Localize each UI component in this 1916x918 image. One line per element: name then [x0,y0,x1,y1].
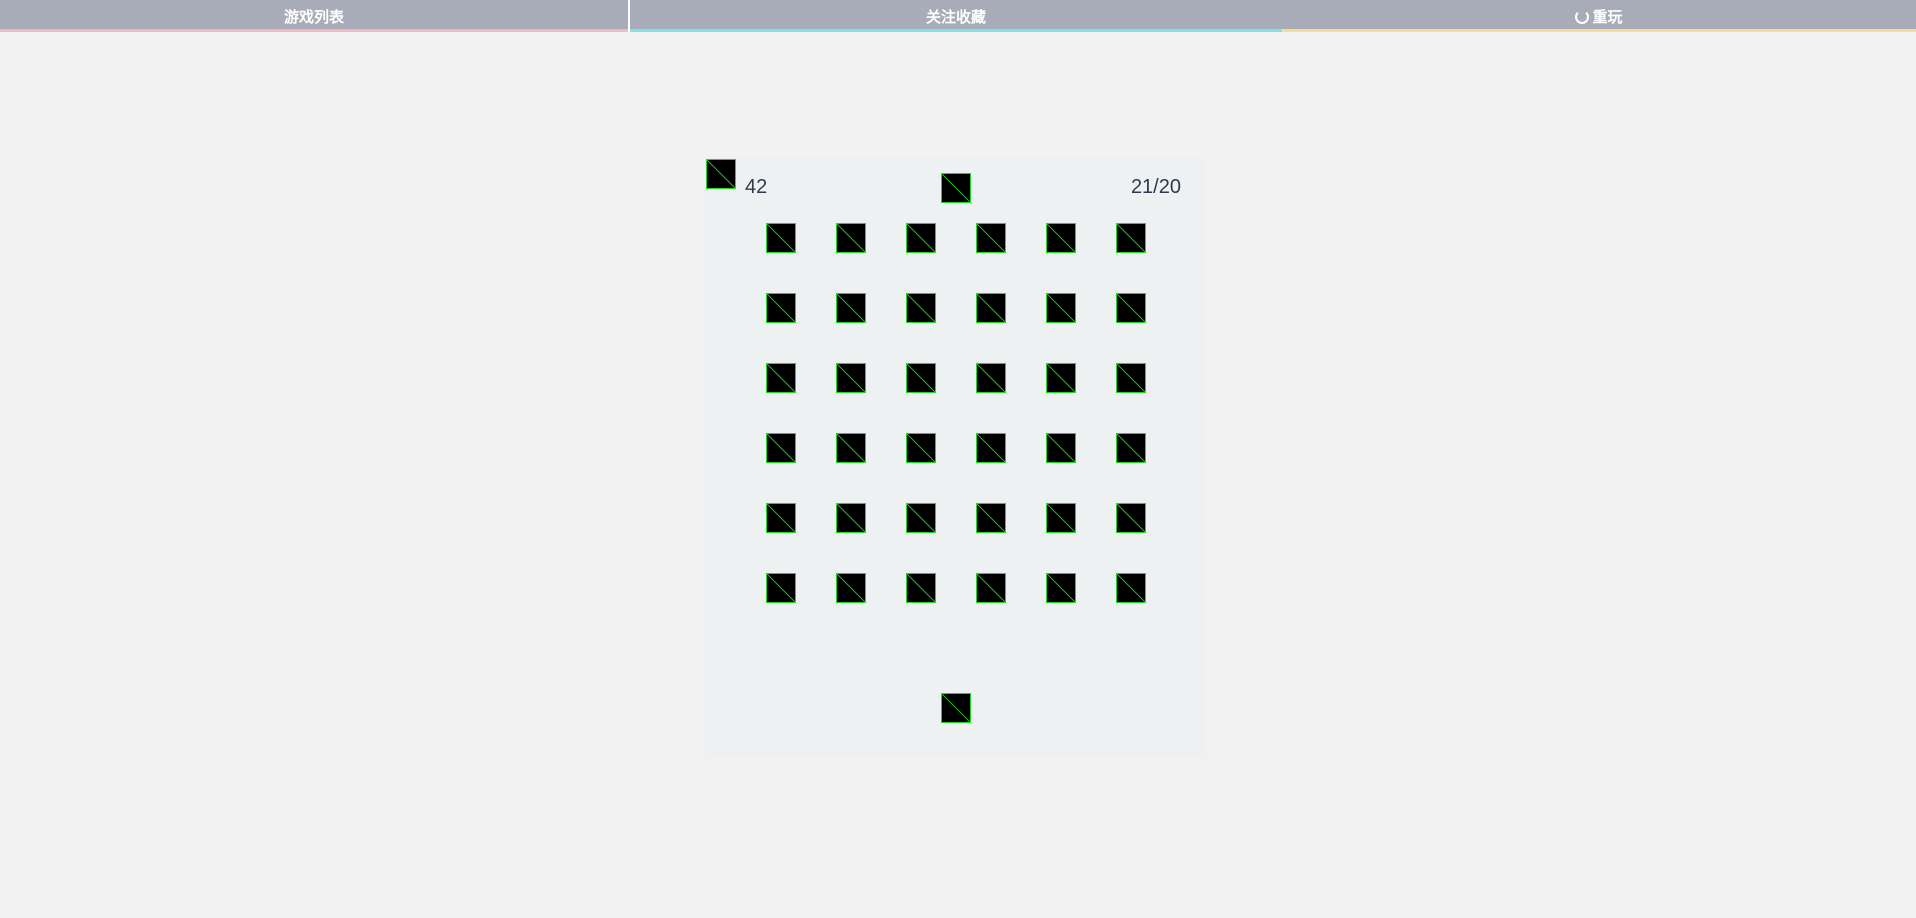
grid-tile[interactable] [1046,503,1076,533]
refresh-icon [1575,10,1590,24]
grid-tile[interactable] [836,503,866,533]
broken-image-icon [1047,504,1075,532]
grid-tile[interactable] [906,503,936,533]
broken-image-icon [1117,364,1145,392]
broken-image-icon [907,504,935,532]
broken-image-icon [1117,574,1145,602]
score-tile-icon [706,159,736,189]
replay-label: 重玩 [1592,8,1623,26]
grid-tile[interactable] [766,433,796,463]
broken-image-icon [767,294,795,322]
progress-display: 21/20 [1130,176,1181,198]
grid-tile[interactable] [836,363,866,393]
grid-tile[interactable] [906,223,936,253]
broken-image-icon [837,224,865,252]
broken-image-icon [767,574,795,602]
tab-game-list-underline [0,29,628,32]
grid-tile[interactable] [1116,433,1146,463]
grid-tile[interactable] [906,293,936,323]
target-tile[interactable] [941,173,971,203]
grid-tile[interactable] [1046,293,1076,323]
broken-image-icon [837,294,865,322]
grid-tile[interactable] [1116,503,1146,533]
grid-tile[interactable] [906,573,936,603]
broken-image-icon [767,364,795,392]
broken-image-icon [767,504,795,532]
grid-tile[interactable] [766,573,796,603]
grid-tile[interactable] [976,363,1006,393]
broken-image-icon [907,434,935,462]
broken-image-icon [767,434,795,462]
broken-image-icon [977,364,1005,392]
broken-image-icon [977,574,1005,602]
grid-tile[interactable] [1046,363,1076,393]
broken-image-icon [837,434,865,462]
grid-tile[interactable] [976,433,1006,463]
grid-tile[interactable] [836,223,866,253]
broken-image-icon [1117,504,1145,532]
grid-tile[interactable] [1116,223,1146,253]
broken-image-icon [1117,434,1145,462]
grid-tile[interactable] [976,573,1006,603]
broken-image-icon [837,504,865,532]
tab-follow-favorite[interactable]: 关注收藏 [630,0,1282,32]
broken-image-icon [907,224,935,252]
broken-image-icon [837,574,865,602]
tab-game-list-label: 游戏列表 [283,8,344,26]
player-tile[interactable] [941,693,971,723]
replay-button[interactable]: 重玩 [1282,0,1916,32]
grid-tile[interactable] [976,503,1006,533]
grid-tile[interactable] [976,223,1006,253]
top-nav-bar: 游戏列表 关注收藏 重玩 [0,0,1916,32]
broken-image-icon [977,434,1005,462]
broken-image-icon [1117,224,1145,252]
grid-tile[interactable] [836,573,866,603]
grid-tile[interactable] [1046,433,1076,463]
broken-image-icon [907,364,935,392]
score-display: 42 [745,176,768,198]
grid-tile[interactable] [836,433,866,463]
grid-tile[interactable] [1116,293,1146,323]
broken-image-icon [1047,574,1075,602]
grid-tile[interactable] [1046,573,1076,603]
grid-tile[interactable] [906,433,936,463]
broken-image-icon [1047,364,1075,392]
grid-tile[interactable] [766,293,796,323]
tab-follow-favorite-underline [630,29,1282,32]
broken-image-icon [767,224,795,252]
grid-tile[interactable] [1116,573,1146,603]
grid-tile[interactable] [836,293,866,323]
broken-image-icon [1047,224,1075,252]
tab-game-list[interactable]: 游戏列表 [0,0,628,32]
grid-tile[interactable] [766,503,796,533]
grid-tile[interactable] [906,363,936,393]
broken-image-icon [907,574,935,602]
grid-tile[interactable] [766,363,796,393]
broken-image-icon [1047,434,1075,462]
broken-image-icon [907,294,935,322]
broken-image-icon [977,224,1005,252]
broken-image-icon [977,504,1005,532]
tab-follow-favorite-label: 关注收藏 [925,8,986,26]
replay-underline [1282,29,1916,32]
grid-tile[interactable] [1116,363,1146,393]
broken-image-icon [977,294,1005,322]
broken-image-icon [837,364,865,392]
grid-tile[interactable] [766,223,796,253]
broken-image-icon [1047,294,1075,322]
broken-image-icon [1117,294,1145,322]
grid-tile[interactable] [976,293,1006,323]
grid-tile[interactable] [1046,223,1076,253]
